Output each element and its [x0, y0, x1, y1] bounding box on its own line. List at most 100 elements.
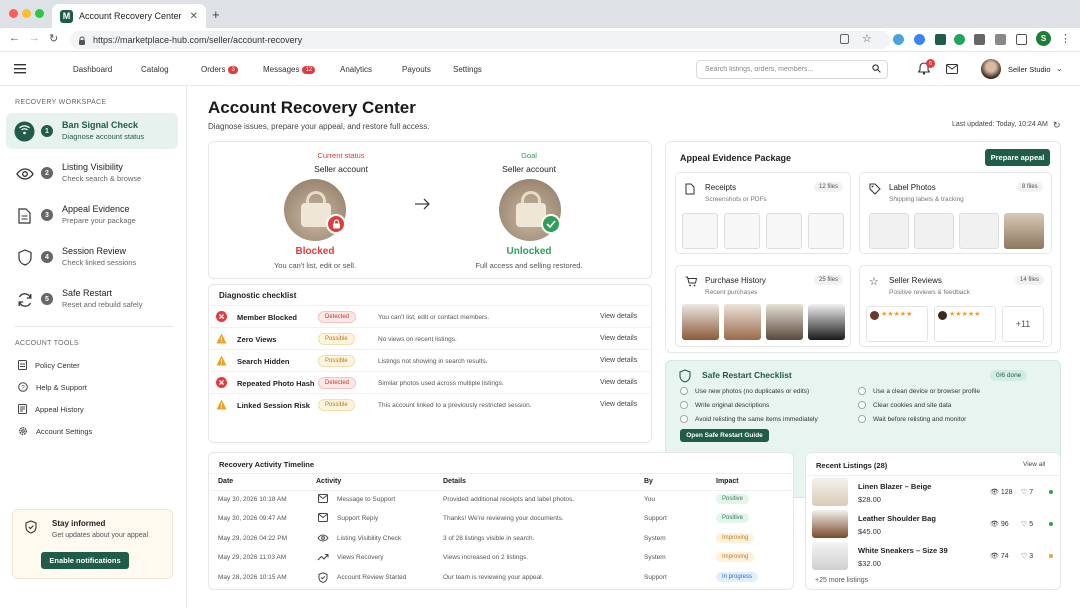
kebab-menu-icon[interactable]: ⋮	[1060, 32, 1071, 45]
nav-dashboard[interactable]: Dashboard	[73, 65, 112, 74]
bookmark-star-icon[interactable]: ☆	[862, 32, 872, 45]
extension-icon[interactable]	[974, 34, 985, 45]
receipt-thumbnail[interactable]	[724, 213, 760, 249]
view-all-link[interactable]: View all	[1023, 461, 1045, 468]
goal-description: Full access and selling restored.	[475, 261, 583, 270]
forward-icon[interactable]: →	[29, 32, 40, 44]
checkbox[interactable]	[680, 415, 688, 423]
prepare-appeal-button[interactable]: Prepare appeal	[985, 149, 1050, 166]
hamburger-icon[interactable]	[14, 64, 26, 76]
more-listings[interactable]: +25 more listings	[815, 577, 868, 584]
tab-bar: M Account Recovery Center ✕ +	[0, 0, 1080, 28]
list-item[interactable]: White Sneakers – Size 39 $32.00 👁 74 ♡ 3	[805, 540, 1061, 572]
nav-catalog[interactable]: Catalog	[141, 65, 169, 74]
extension-icon[interactable]	[914, 34, 925, 45]
view-details-link[interactable]: View details	[600, 357, 637, 364]
more-reviews[interactable]: +11	[1002, 306, 1044, 342]
close-window-button[interactable]	[9, 9, 18, 18]
review-thumbnail[interactable]: ★★★★★	[934, 306, 996, 342]
view-details-link[interactable]: View details	[600, 313, 637, 320]
view-details-link[interactable]: View details	[600, 335, 637, 342]
refresh-icon[interactable]: ↻	[1053, 120, 1061, 131]
purchase-thumbnail[interactable]	[724, 304, 761, 340]
browser-tab[interactable]: M Account Recovery Center ✕	[52, 4, 206, 28]
checklist-row[interactable]: Linked Session Risk Possible This accoun…	[208, 393, 652, 415]
new-tab-icon[interactable]: +	[212, 7, 220, 22]
nav-payouts[interactable]: Payouts	[402, 65, 431, 74]
policy-icon	[18, 360, 27, 370]
checklist-row[interactable]: Zero Views Possible No views on recent l…	[208, 327, 652, 349]
purchase-history-card[interactable]: Purchase History Recent purchases 25 fil…	[675, 265, 851, 347]
document-icon	[14, 205, 35, 226]
label-thumbnail[interactable]	[914, 213, 954, 249]
nav-settings[interactable]: Settings	[453, 65, 482, 74]
step-number: 3	[41, 209, 53, 221]
label-thumbnail[interactable]	[869, 213, 909, 249]
status-dot	[1049, 490, 1053, 494]
share-icon[interactable]	[840, 34, 849, 44]
column-header: Impact	[716, 478, 739, 485]
checkbox[interactable]	[680, 387, 688, 395]
label-thumbnail[interactable]	[959, 213, 999, 249]
puzzle-icon[interactable]	[995, 34, 1006, 45]
minimize-window-button[interactable]	[22, 9, 31, 18]
sidebar-item-session-review[interactable]: 4 Session Review Check linked sessions	[6, 239, 178, 275]
extension-icon[interactable]	[954, 34, 965, 45]
nav-orders[interactable]: Orders 3	[201, 65, 238, 74]
checklist-row[interactable]: Repeated Photo Hash Detected Similar pho…	[208, 371, 652, 393]
list-item[interactable]: Leather Shoulder Bag $45.00 👁 96 ♡ 5	[805, 508, 1061, 540]
url-field[interactable]: https://marketplace-hub.com/seller/accou…	[70, 31, 890, 49]
enable-notifications-button[interactable]: Enable notifications	[41, 552, 129, 569]
avatar[interactable]	[981, 59, 1001, 79]
nav-analytics[interactable]: Analytics	[340, 65, 372, 74]
checklist-row[interactable]: Member Blocked Detected You can't list, …	[208, 305, 652, 327]
review-thumbnail[interactable]: ★★★★★	[866, 306, 928, 342]
checkbox[interactable]	[858, 415, 866, 423]
purchase-thumbnail[interactable]	[808, 304, 845, 340]
receipt-thumbnail[interactable]	[766, 213, 802, 249]
account-name[interactable]: Seller Studio	[1008, 65, 1051, 74]
purchase-thumbnail[interactable]	[682, 304, 719, 340]
receipts-card[interactable]: Receipts Screenshots or PDFs 12 files	[675, 172, 851, 254]
label-thumbnail[interactable]	[1004, 213, 1044, 249]
open-safe-restart-guide-button[interactable]: Open Safe Restart Guide	[680, 429, 769, 442]
checkbox[interactable]	[858, 401, 866, 409]
tool-account-settings[interactable]: Account Settings	[18, 426, 92, 436]
label-photos-card[interactable]: Label Photos Shipping labels & tracking …	[859, 172, 1052, 254]
eye-icon	[14, 163, 35, 184]
search-icon[interactable]	[872, 64, 881, 73]
search-input[interactable]	[696, 60, 888, 79]
shield-icon	[679, 369, 691, 383]
sidepanel-icon[interactable]	[1016, 34, 1027, 45]
notification-badge: 6	[926, 59, 935, 68]
checkbox[interactable]	[858, 387, 866, 395]
view-details-link[interactable]: View details	[600, 379, 637, 386]
extension-icon[interactable]	[935, 34, 946, 45]
checklist-row[interactable]: Search Hidden Possible Listings not show…	[208, 349, 652, 371]
receipt-thumbnail[interactable]	[808, 213, 844, 249]
nav-messages[interactable]: Messages 12	[263, 65, 316, 74]
chevron-down-icon[interactable]: ⌄	[1056, 64, 1063, 73]
reload-icon[interactable]: ↻	[49, 32, 58, 45]
seller-reviews-card[interactable]: ☆ Seller Reviews Positive reviews & feed…	[859, 265, 1052, 347]
list-item[interactable]: Linen Blazer – Beige $28.00 👁 128 ♡ 7	[805, 476, 1061, 508]
sidebar-item-safe-restart[interactable]: 5 Safe Restart Reset and rebuild safely	[6, 281, 178, 317]
receipt-thumbnail[interactable]	[682, 213, 718, 249]
page-title: Account Recovery Center	[208, 98, 416, 117]
views-count: 👁 74	[990, 553, 1009, 560]
checkbox[interactable]	[680, 401, 688, 409]
tool-policy-center[interactable]: Policy Center	[18, 360, 80, 370]
sidebar-item-ban-signal-check[interactable]: 1 Ban Signal Check Diagnose account stat…	[6, 113, 178, 149]
profile-avatar[interactable]: S	[1036, 31, 1051, 46]
tool-appeal-history[interactable]: Appeal History	[18, 404, 84, 414]
maximize-window-button[interactable]	[35, 9, 44, 18]
tool-help-support[interactable]: ? Help & Support	[18, 382, 87, 392]
purchase-thumbnail[interactable]	[766, 304, 803, 340]
back-icon[interactable]: ←	[9, 32, 20, 44]
sidebar-item-listing-visibility[interactable]: 2 Listing Visibility Check search & brow…	[6, 155, 178, 191]
sidebar-item-appeal-evidence[interactable]: 3 Appeal Evidence Prepare your package	[6, 197, 178, 233]
view-details-link[interactable]: View details	[600, 401, 637, 408]
extension-icon[interactable]	[893, 34, 904, 45]
mail-icon[interactable]	[946, 64, 958, 76]
tab-close-icon[interactable]: ✕	[190, 11, 198, 22]
